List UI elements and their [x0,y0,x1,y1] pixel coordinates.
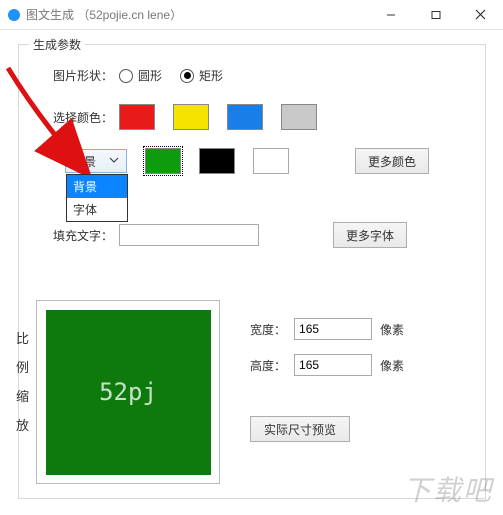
radio-rect-indicator [180,69,194,83]
titlebar: 图文生成 （52pojie.cn lene） [0,0,503,30]
swatch-gray[interactable] [281,104,317,130]
fill-text-input[interactable] [119,224,259,246]
width-unit: 像素 [380,321,404,338]
dropdown-item-bg[interactable]: 背景 [67,175,127,198]
swatch-red[interactable] [119,104,155,130]
radio-circle-indicator [119,69,133,83]
group-legend: 生成参数 [29,36,85,53]
color-row-2: 背景 背景 字体 更多颜色 [33,148,471,174]
swatch-row-1 [119,104,335,130]
minimize-icon [386,10,396,20]
color-label: 选择颜色： [33,109,119,126]
shape-radio-group: 圆形 矩形 [119,67,223,84]
maximize-button[interactable] [413,0,458,29]
shape-label: 图片形状： [33,67,119,84]
preview-frame: 52pj [36,300,220,484]
vl-0: 比 [16,328,32,347]
close-button[interactable] [458,0,503,29]
radio-circle[interactable]: 圆形 [119,67,162,84]
shape-row: 图片形状： 圆形 矩形 [33,67,471,84]
dimensions-panel: 宽度： 像素 高度： 像素 实际尺寸预览 [250,318,404,442]
radio-rect[interactable]: 矩形 [180,67,223,84]
height-unit: 像素 [380,357,404,374]
chevron-down-icon [108,154,122,168]
width-label: 宽度： [250,321,286,338]
app-icon [8,9,20,21]
scale-vertical-label: 比 例 缩 放 [16,328,32,484]
fill-text-label: 填充文字： [33,227,119,244]
swatch-blue[interactable] [227,104,263,130]
color-row-1: 选择颜色： [33,104,471,130]
width-input[interactable] [294,318,372,340]
target-combo[interactable]: 背景 背景 字体 [65,149,127,173]
width-row: 宽度： 像素 [250,318,404,340]
maximize-icon [431,10,441,20]
preview-image: 52pj [46,310,211,475]
vl-2: 缩 [16,386,32,405]
swatch-black[interactable] [199,148,235,174]
height-input[interactable] [294,354,372,376]
window-controls [368,0,503,29]
vl-3: 放 [16,415,32,434]
swatch-green[interactable] [145,148,181,174]
preview-area: 比 例 缩 放 52pj [16,300,220,484]
swatch-yellow[interactable] [173,104,209,130]
height-label: 高度： [250,357,286,374]
radio-rect-label: 矩形 [199,67,223,84]
window-title: 图文生成 （52pojie.cn lene） [26,6,368,23]
swatch-white[interactable] [253,148,289,174]
close-icon [475,9,486,20]
combo-value: 背景 [72,153,96,170]
more-fonts-button[interactable]: 更多字体 [333,222,407,248]
vl-1: 例 [16,357,32,376]
height-row: 高度： 像素 [250,354,404,376]
minimize-button[interactable] [368,0,413,29]
dropdown-item-font[interactable]: 字体 [67,198,127,221]
actual-size-preview-button[interactable]: 实际尺寸预览 [250,416,350,442]
more-colors-button[interactable]: 更多颜色 [355,148,429,174]
radio-circle-label: 圆形 [138,67,162,84]
fill-text-row: 填充文字： 更多字体 [33,222,471,248]
target-dropdown: 背景 字体 [66,174,128,222]
preview-text: 52pj [99,378,157,406]
